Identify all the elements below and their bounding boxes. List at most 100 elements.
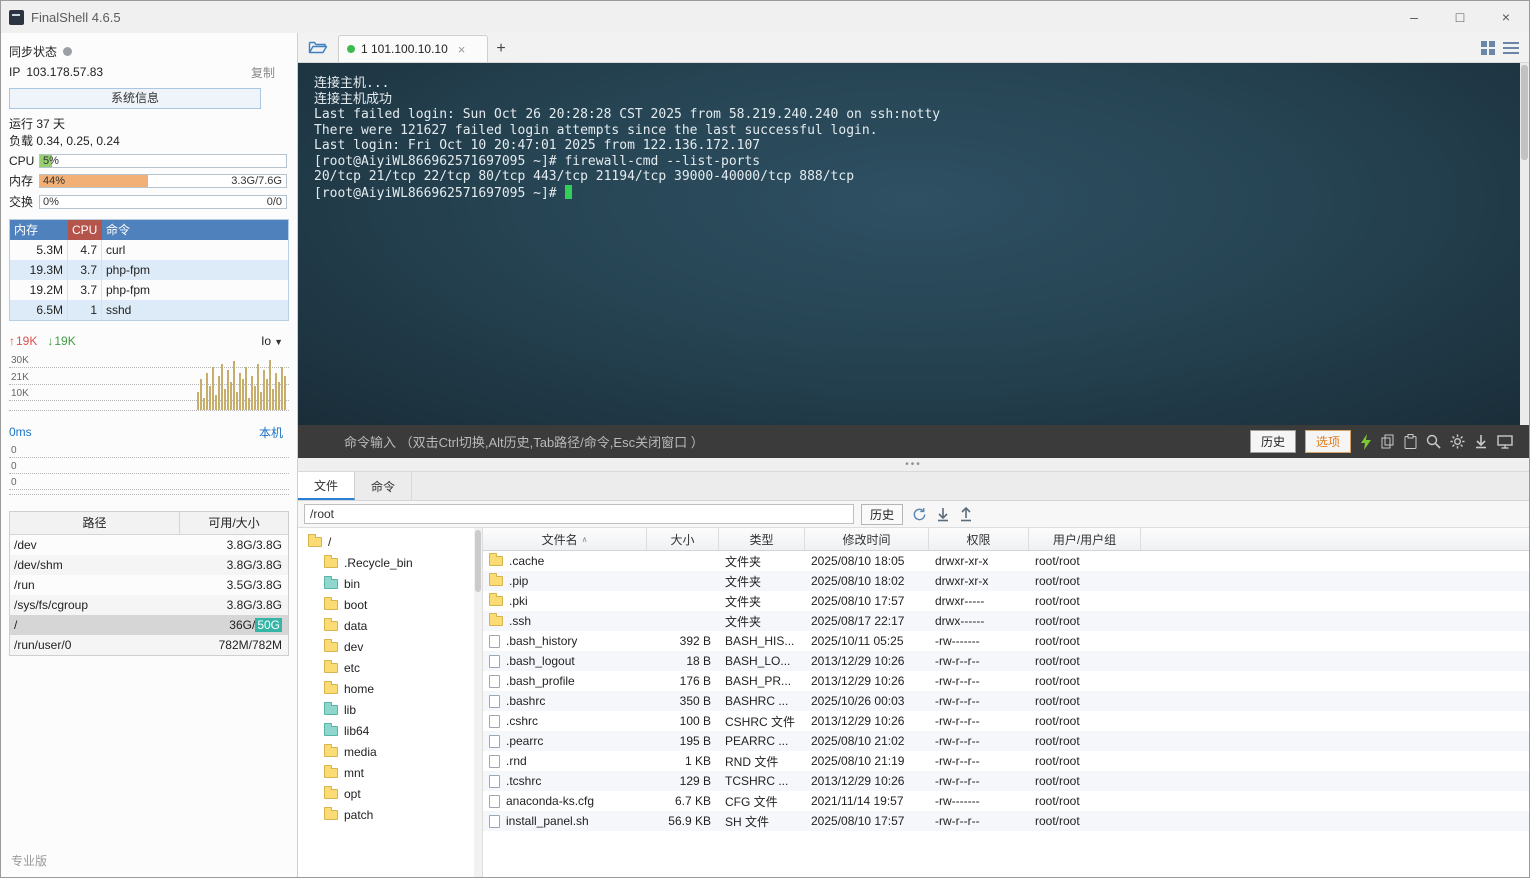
file-row[interactable]: .bash_history392 BBASH_HIS...2025/10/11 … (483, 631, 1529, 651)
new-tab-button[interactable]: + (488, 35, 514, 62)
refresh-icon[interactable] (912, 507, 927, 522)
tree-item-root[interactable]: / (298, 531, 482, 552)
tab-close-icon[interactable]: × (458, 42, 466, 57)
header-mtime[interactable]: 修改时间 (805, 528, 929, 550)
folder-icon (324, 684, 338, 694)
process-header-cmd[interactable]: 命令 (102, 220, 288, 240)
tree-item[interactable]: .Recycle_bin (298, 552, 482, 573)
tree-scrollbar[interactable] (474, 528, 482, 877)
path-history-button[interactable]: 历史 (861, 504, 903, 525)
file-row[interactable]: install_panel.sh56.9 KBSH 文件2025/08/10 1… (483, 811, 1529, 831)
tab-commands[interactable]: 命令 (355, 472, 412, 500)
file-row[interactable]: .cshrc100 BCSHRC 文件2013/12/29 10:26-rw-r… (483, 711, 1529, 731)
disk-row[interactable]: /36G/50G (10, 615, 288, 635)
file-row[interactable]: .pearrc195 BPEARRC ...2025/08/10 21:02-r… (483, 731, 1529, 751)
tree-item[interactable]: lib (298, 699, 482, 720)
disk-row[interactable]: /dev3.8G/3.8G (10, 535, 288, 555)
folder-icon (489, 616, 503, 626)
minimize-button[interactable]: – (1391, 1, 1437, 33)
disk-row[interactable]: /dev/shm3.8G/3.8G (10, 555, 288, 575)
tree-item[interactable]: patch (298, 804, 482, 825)
process-header-cpu[interactable]: CPU (68, 220, 102, 240)
titlebar: FinalShell 4.6.5 – □ × (1, 1, 1529, 33)
file-row[interactable]: .bash_logout18 BBASH_LO...2013/12/29 10:… (483, 651, 1529, 671)
header-perm[interactable]: 权限 (929, 528, 1029, 550)
session-tab[interactable]: 1 101.100.10.10 × (338, 35, 488, 62)
file-row[interactable]: .ssh文件夹2025/08/17 22:17drwx------root/ro… (483, 611, 1529, 631)
folder-icon (324, 600, 338, 610)
net-bar (275, 373, 277, 410)
disk-row[interactable]: /sys/fs/cgroup3.8G/3.8G (10, 595, 288, 615)
tree-item[interactable]: lib64 (298, 720, 482, 741)
search-icon[interactable] (1426, 434, 1441, 449)
session-tabbar: 1 101.100.10.10 × + (298, 33, 1529, 63)
net-bar (236, 392, 238, 410)
upload-transfer-icon[interactable] (959, 507, 973, 522)
net-chart: 30K 21K 10K (9, 353, 289, 411)
disk-header-path[interactable]: 路径 (10, 512, 180, 534)
header-type[interactable]: 类型 (719, 528, 805, 550)
tab-files[interactable]: 文件 (298, 472, 355, 500)
tree-item[interactable]: data (298, 615, 482, 636)
gear-icon[interactable] (1450, 434, 1465, 449)
ping-host[interactable]: 本机 (259, 424, 283, 441)
tree-item[interactable]: opt (298, 783, 482, 804)
close-button[interactable]: × (1483, 1, 1529, 33)
process-row[interactable]: 19.3M3.7php-fpm (10, 260, 288, 280)
command-input-hint[interactable]: 命令输入 （双击Ctrl切换,Alt历史,Tab路径/命令,Esc关闭窗口 ） (344, 432, 704, 451)
net-bar (230, 382, 232, 410)
process-row[interactable]: 5.3M4.7curl (10, 240, 288, 260)
file-row[interactable]: .rnd1 KBRND 文件2025/08/10 21:19-rw-r--r--… (483, 751, 1529, 771)
terminal-scrollbar[interactable] (1520, 63, 1529, 425)
copy-button[interactable]: 复制 (251, 64, 275, 81)
tree-item[interactable]: bin (298, 573, 482, 594)
file-row[interactable]: .pki文件夹2025/08/10 17:57drwxr-----root/ro… (483, 591, 1529, 611)
file-icon (489, 635, 500, 648)
tree-item[interactable]: boot (298, 594, 482, 615)
terminal[interactable]: 连接主机...连接主机成功Last failed login: Sun Oct … (298, 63, 1529, 425)
paste-icon[interactable] (1404, 434, 1417, 449)
disk-row[interactable]: /run3.5G/3.8G (10, 575, 288, 595)
ping-header: 0ms 本机 (9, 423, 289, 441)
file-row[interactable]: .bashrc350 BBASHRC ...2025/10/26 00:03-r… (483, 691, 1529, 711)
system-info-button[interactable]: 系统信息 (9, 88, 261, 109)
maximize-button[interactable]: □ (1437, 1, 1483, 33)
file-row[interactable]: .bash_profile176 BBASH_PR...2013/12/29 1… (483, 671, 1529, 691)
disk-row[interactable]: /run/user/0782M/782M (10, 635, 288, 655)
tree-item[interactable]: etc (298, 657, 482, 678)
process-row[interactable]: 6.5M1sshd (10, 300, 288, 320)
header-filename[interactable]: 文件名∧ (483, 528, 647, 550)
history-button[interactable]: 历史 (1250, 430, 1296, 453)
folder-open-icon[interactable] (298, 33, 338, 62)
menu-icon[interactable] (1503, 41, 1519, 54)
file-row[interactable]: .pip文件夹2025/08/10 18:02drwxr-xr-xroot/ro… (483, 571, 1529, 591)
download-icon[interactable] (1474, 434, 1488, 449)
splitter-handle[interactable]: ••• (298, 458, 1529, 472)
net-bar (263, 370, 265, 410)
tree-item[interactable]: mnt (298, 762, 482, 783)
file-row[interactable]: anaconda-ks.cfg6.7 KBCFG 文件2021/11/14 19… (483, 791, 1529, 811)
grid-view-icon[interactable] (1480, 40, 1495, 55)
copy-icon[interactable] (1381, 434, 1395, 449)
process-row[interactable]: 19.2M3.7php-fpm (10, 280, 288, 300)
process-table: 内存 CPU 命令 5.3M4.7curl19.3M3.7php-fpm19.2… (9, 219, 289, 321)
header-size[interactable]: 大小 (647, 528, 719, 550)
tree-item[interactable]: home (298, 678, 482, 699)
header-owner[interactable]: 用户/用户组 (1029, 528, 1141, 550)
download-transfer-icon[interactable] (936, 507, 950, 522)
tree-item[interactable]: dev (298, 636, 482, 657)
folder-icon (324, 705, 338, 715)
tree-item[interactable]: media (298, 741, 482, 762)
path-input[interactable]: /root (304, 504, 854, 524)
lightning-icon[interactable] (1360, 434, 1372, 450)
download-rate: 19K (54, 334, 75, 348)
disk-header-size[interactable]: 可用/大小 (180, 512, 288, 534)
terminal-line: [root@AiyiWL866962571697095 ~]# firewall… (314, 154, 1513, 170)
monitor-icon[interactable] (1497, 435, 1513, 449)
file-row[interactable]: .cache文件夹2025/08/10 18:05drwxr-xr-xroot/… (483, 551, 1529, 571)
net-bar (227, 370, 229, 410)
process-header-mem[interactable]: 内存 (10, 220, 68, 240)
file-row[interactable]: .tcshrc129 BTCSHRC ...2013/12/29 10:26-r… (483, 771, 1529, 791)
io-selector[interactable]: Io▼ (261, 334, 283, 348)
options-button[interactable]: 选项 (1305, 430, 1351, 453)
